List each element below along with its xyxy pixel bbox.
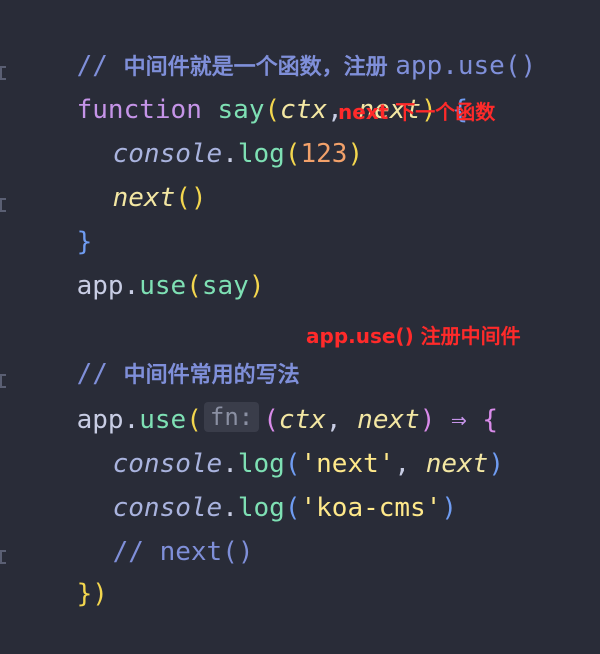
fold-marker[interactable] [0, 550, 6, 564]
annotation-app-use: app.use() 注册中间件 [306, 324, 521, 348]
code-line-4: next() [50, 138, 207, 213]
fold-marker[interactable] [0, 374, 6, 388]
code-line-5: } [14, 182, 93, 257]
call-next: next [112, 183, 176, 213]
arg-say: say [201, 271, 249, 301]
code-editor[interactable]: // 中间件就是一个函数，注册 app.use() function say(c… [0, 0, 600, 609]
code-line-13: }) [14, 534, 108, 609]
code-line-2: function say(ctx, next) { [14, 50, 468, 125]
dot: . [222, 139, 238, 169]
code-line-6: app.use(say) [14, 226, 265, 301]
fold-marker[interactable] [0, 198, 6, 212]
paren-close: ) [441, 493, 458, 523]
annotation-next: next 下一个函数 [338, 100, 496, 124]
app-object: app [76, 271, 124, 301]
paren-open: ( [284, 139, 301, 169]
parens: () [175, 183, 207, 213]
code-line-1: // 中间件就是一个函数，注册 app.use() [14, 6, 537, 81]
number-literal: 123 [300, 139, 348, 169]
code-line-3: console.log(123) [50, 94, 363, 169]
paren-open: ( [186, 271, 202, 301]
paren-close: ) [347, 139, 364, 169]
paren-open: ( [284, 493, 301, 523]
comment-text: // next() [112, 537, 254, 567]
code-line-12: // next() [50, 492, 254, 567]
paren-close: ) [488, 449, 504, 479]
method-use: use [139, 271, 187, 301]
string-literal: 'koa-cms' [300, 493, 442, 523]
method-log: log [237, 139, 285, 169]
code-line-10: console.log('next', next) [50, 404, 504, 479]
fold-marker[interactable] [0, 66, 6, 80]
code-line-9: app.use(fn: (ctx, next) ⇒ { [14, 360, 498, 435]
dot: . [123, 271, 140, 301]
closing-brace-paren: }) [76, 579, 108, 609]
paren-close: ) [248, 271, 265, 301]
code-line-8: // 中间件常用的写法 [14, 314, 300, 389]
code-line-11: console.log('koa-cms') [50, 448, 457, 523]
